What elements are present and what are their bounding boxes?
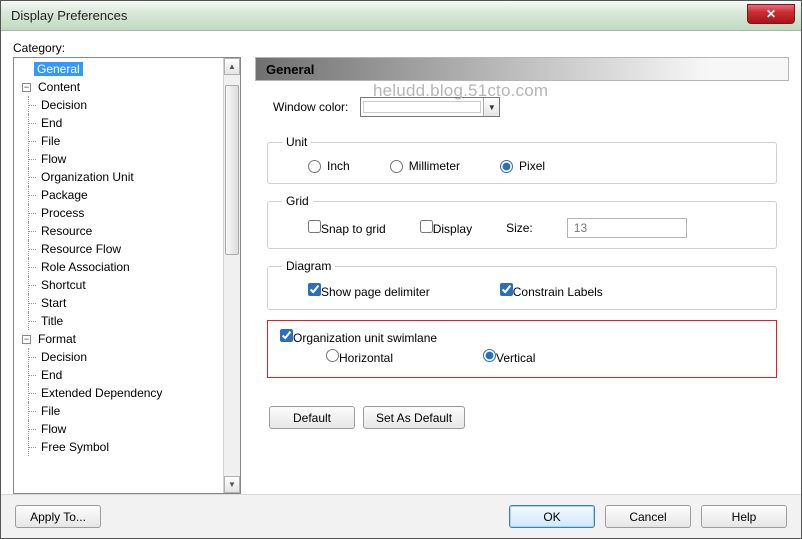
unit-millimeter-radio[interactable]: Millimeter	[390, 159, 460, 173]
tree-item[interactable]: Extended Dependency	[38, 384, 240, 402]
tree-item-content[interactable]: −Content Decision End File Flow Organiza…	[22, 78, 240, 330]
close-icon: ✕	[766, 7, 776, 21]
default-button[interactable]: Default	[269, 406, 355, 429]
dialog-button-bar: Apply To... OK Cancel Help	[1, 494, 801, 538]
tree-item[interactable]: Resource Flow	[38, 240, 240, 258]
tree-item[interactable]: Decision	[38, 96, 240, 114]
tree-item-format[interactable]: −Format Decision End Extended Dependency…	[22, 330, 240, 456]
grid-size-label: Size:	[506, 221, 533, 235]
window-title: Display Preferences	[11, 8, 127, 23]
chevron-down-icon: ▼	[483, 98, 499, 116]
window-color-label: Window color:	[273, 100, 348, 114]
swimlane-highlight: Organization unit swimlane Horizontal Ve…	[267, 320, 777, 378]
show-page-delimiter-checkbox[interactable]: Show page delimiter	[308, 283, 430, 299]
constrain-labels-checkbox[interactable]: Constrain Labels	[500, 283, 603, 299]
tree-item[interactable]: Role Association	[38, 258, 240, 276]
tree-item[interactable]: End	[38, 114, 240, 132]
snap-to-grid-checkbox[interactable]: Snap to grid	[308, 220, 386, 236]
scroll-thumb[interactable]	[225, 85, 239, 255]
tree-item[interactable]: File	[38, 402, 240, 420]
section-header: General	[255, 57, 789, 81]
unit-pixel-radio[interactable]: Pixel	[500, 159, 545, 173]
help-button[interactable]: Help	[701, 505, 787, 528]
swimlane-horizontal-radio[interactable]: Horizontal	[326, 349, 393, 365]
grid-display-checkbox[interactable]: Display	[420, 220, 472, 236]
unit-group: Unit Inch Millimeter Pixel	[267, 135, 777, 184]
tree-item[interactable]: Organization Unit	[38, 168, 240, 186]
tree-item[interactable]: Free Symbol	[38, 438, 240, 456]
grid-size-input[interactable]	[567, 218, 687, 238]
scroll-up-icon[interactable]: ▲	[224, 58, 240, 75]
tree-item[interactable]: Start	[38, 294, 240, 312]
tree-item[interactable]: Decision	[38, 348, 240, 366]
tree-item[interactable]: Resource	[38, 222, 240, 240]
tree-item[interactable]: Shortcut	[38, 276, 240, 294]
collapse-icon[interactable]: −	[22, 83, 31, 92]
tree-item-general[interactable]: General	[22, 60, 240, 78]
close-button[interactable]: ✕	[747, 4, 795, 24]
title-bar: Display Preferences ✕	[1, 1, 801, 31]
category-tree[interactable]: General −Content Decision End File Flow …	[13, 57, 241, 494]
set-as-default-button[interactable]: Set As Default	[363, 406, 465, 429]
tree-item[interactable]: File	[38, 132, 240, 150]
tree-item[interactable]: Process	[38, 204, 240, 222]
scroll-down-icon[interactable]: ▼	[224, 476, 240, 493]
swimlane-vertical-radio[interactable]: Vertical	[483, 349, 535, 365]
grid-group: Grid Snap to grid Display Size:	[267, 194, 777, 249]
org-unit-swimlane-checkbox[interactable]: Organization unit swimlane	[280, 331, 437, 345]
ok-button[interactable]: OK	[509, 505, 595, 528]
tree-item[interactable]: Title	[38, 312, 240, 330]
tree-item[interactable]: Flow	[38, 150, 240, 168]
scrollbar-vertical[interactable]: ▲ ▼	[223, 58, 240, 493]
color-swatch	[363, 101, 481, 113]
tree-item[interactable]: End	[38, 366, 240, 384]
collapse-icon[interactable]: −	[22, 335, 31, 344]
unit-inch-radio[interactable]: Inch	[308, 159, 350, 173]
tree-item[interactable]: Flow	[38, 420, 240, 438]
tree-item[interactable]: Package	[38, 186, 240, 204]
cancel-button[interactable]: Cancel	[605, 505, 691, 528]
category-label: Category:	[13, 41, 789, 55]
diagram-group: Diagram Show page delimiter Constrain La…	[267, 259, 777, 310]
window-color-select[interactable]: ▼	[360, 97, 500, 117]
apply-to-button[interactable]: Apply To...	[15, 505, 101, 528]
